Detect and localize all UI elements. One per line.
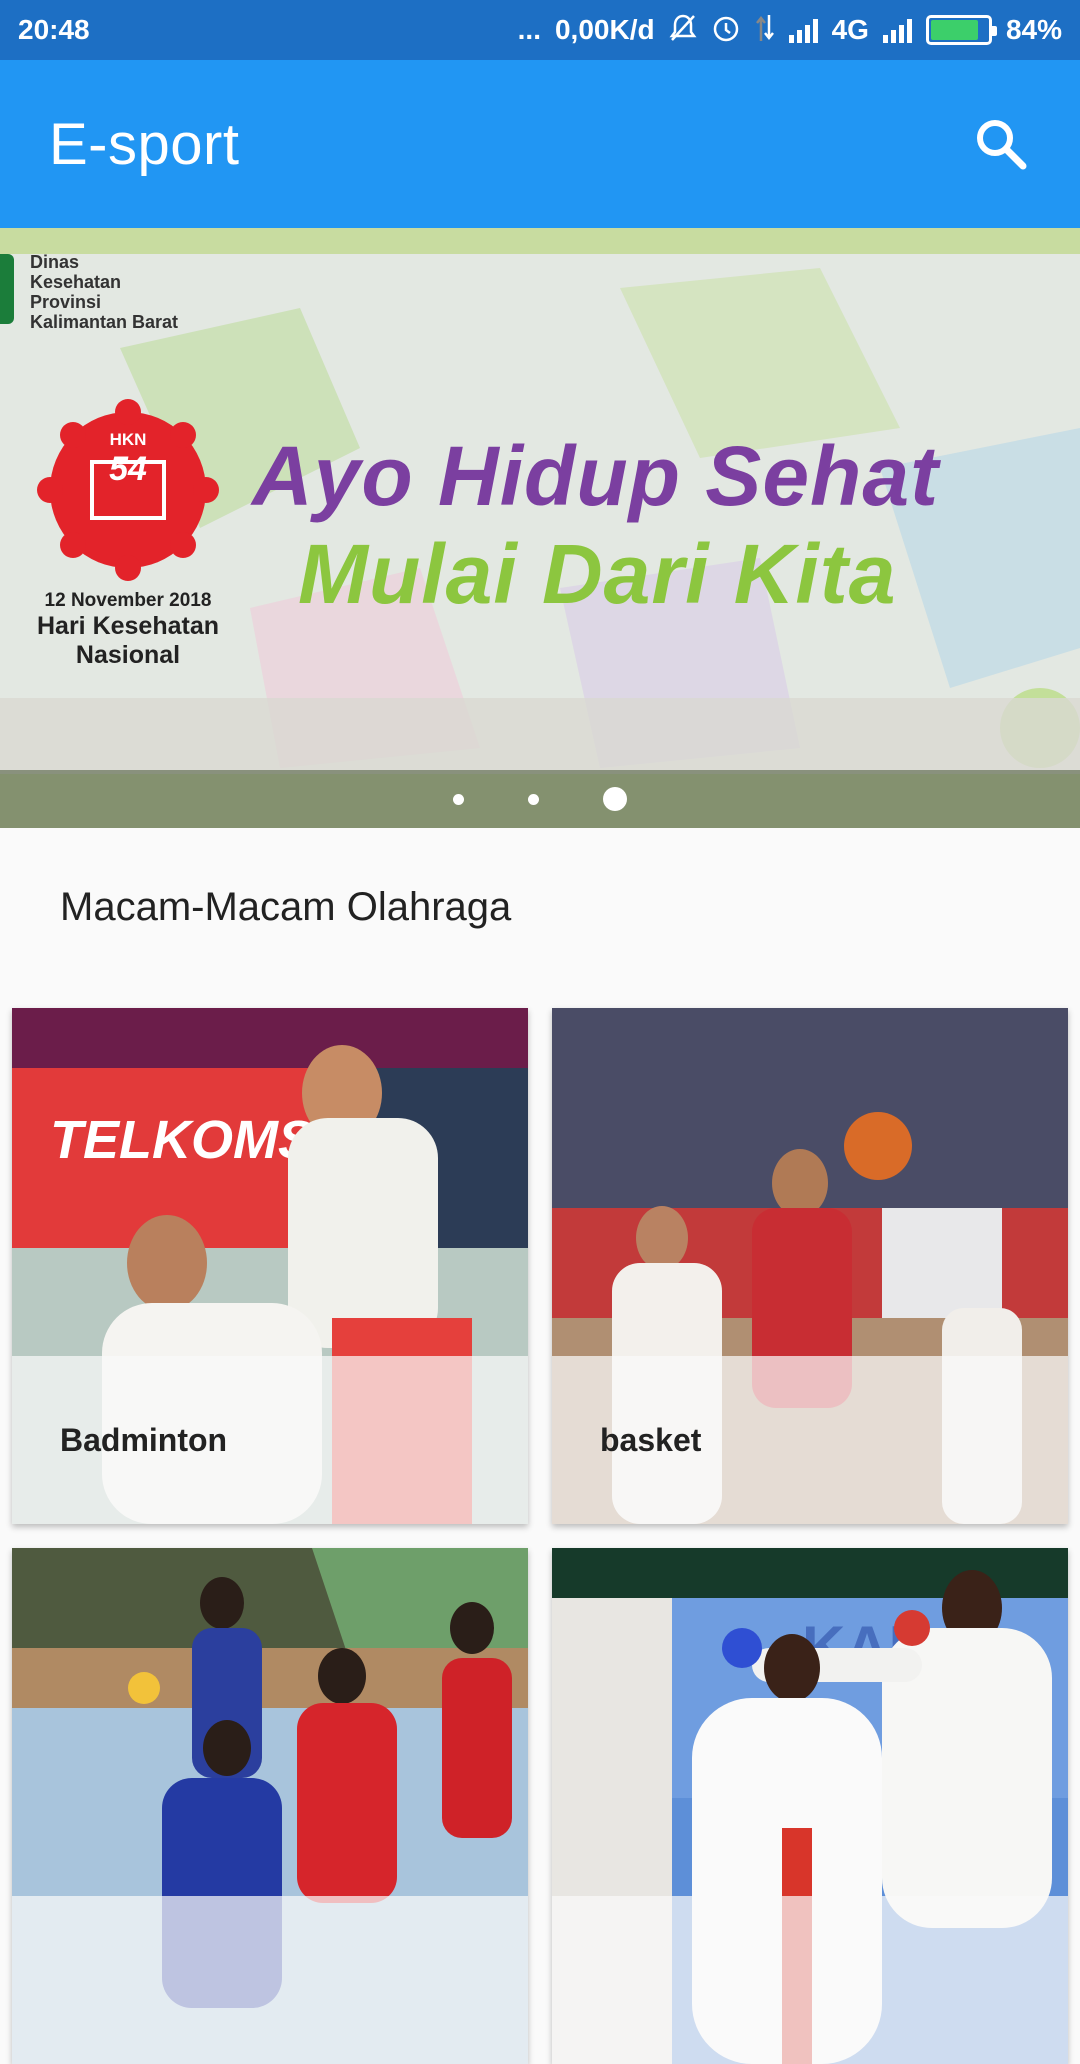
sport-card-badminton[interactable]: TELKOMS Badminton	[12, 1008, 528, 1524]
mute-icon	[669, 13, 697, 47]
signal-icon	[788, 17, 818, 43]
banner-headline: Ayo Hidup Sehat	[252, 429, 940, 523]
carousel-dot[interactable]	[453, 793, 464, 805]
agency-line: Kalimantan Barat	[30, 312, 179, 332]
logo-number: 54	[109, 450, 147, 488]
sport-label: Badminton	[60, 1421, 228, 1458]
signal-icon	[882, 17, 912, 43]
search-icon	[977, 120, 1027, 170]
carousel-dot[interactable]	[528, 793, 539, 805]
agency-name: Dinas Kesehatan Provinsi Kalimantan Bara…	[30, 252, 178, 332]
sport-card-basket[interactable]: basket	[552, 1008, 1068, 1524]
status-icons: ... 0,00K/d 4G 84%	[518, 13, 1062, 47]
battery-level	[930, 20, 978, 40]
banner-carousel[interactable]: Dinas Kesehatan Provinsi Kalimantan Bara…	[0, 228, 1080, 828]
carousel-indicator	[0, 770, 1080, 828]
sport-label: basket	[600, 1421, 702, 1458]
event-name: Nasional	[75, 641, 181, 669]
network-type: 4G	[831, 14, 869, 45]
data-arrows-icon	[755, 13, 775, 47]
status-dots: ...	[517, 14, 541, 45]
agency-line: Provinsi	[30, 292, 102, 312]
card-label-bar	[12, 1896, 528, 2064]
card-label-bar: Badminton	[12, 1356, 528, 1524]
svg-text:TELKOMS: TELKOMS	[50, 1110, 314, 1170]
agency-line: Kesehatan	[30, 272, 122, 292]
logo-text: HKN	[109, 430, 147, 449]
battery-percent: 84%	[1005, 14, 1062, 45]
network-speed: 0,00K/d	[554, 14, 655, 45]
card-label-bar: basket	[552, 1356, 1068, 1524]
search-button[interactable]	[966, 109, 1036, 179]
sport-card-karate[interactable]: KARA	[552, 1548, 1068, 2064]
alarm-icon	[711, 13, 741, 47]
status-bar: 20:48 ... 0,00K/d 4G 84%	[0, 0, 1080, 60]
banner-subheadline: Mulai Dari Kita	[298, 527, 897, 621]
event-date: 12 November 2018	[44, 590, 212, 611]
event-name: Hari Kesehatan	[36, 612, 220, 640]
section-title: Macam-Macam Olahraga	[60, 885, 512, 929]
carousel-dot[interactable]	[603, 787, 627, 811]
app-bar: E-sport	[0, 60, 1080, 228]
battery-icon	[925, 15, 997, 45]
agency-line: Dinas	[30, 252, 80, 272]
status-time: 20:48	[18, 14, 90, 45]
event-block: 12 November 2018 Hari Kesehatan Nasional	[0, 590, 256, 670]
card-label-bar	[552, 1896, 1068, 2064]
sport-card-handball[interactable]	[12, 1548, 528, 2064]
app-title: E-sport	[49, 111, 240, 177]
